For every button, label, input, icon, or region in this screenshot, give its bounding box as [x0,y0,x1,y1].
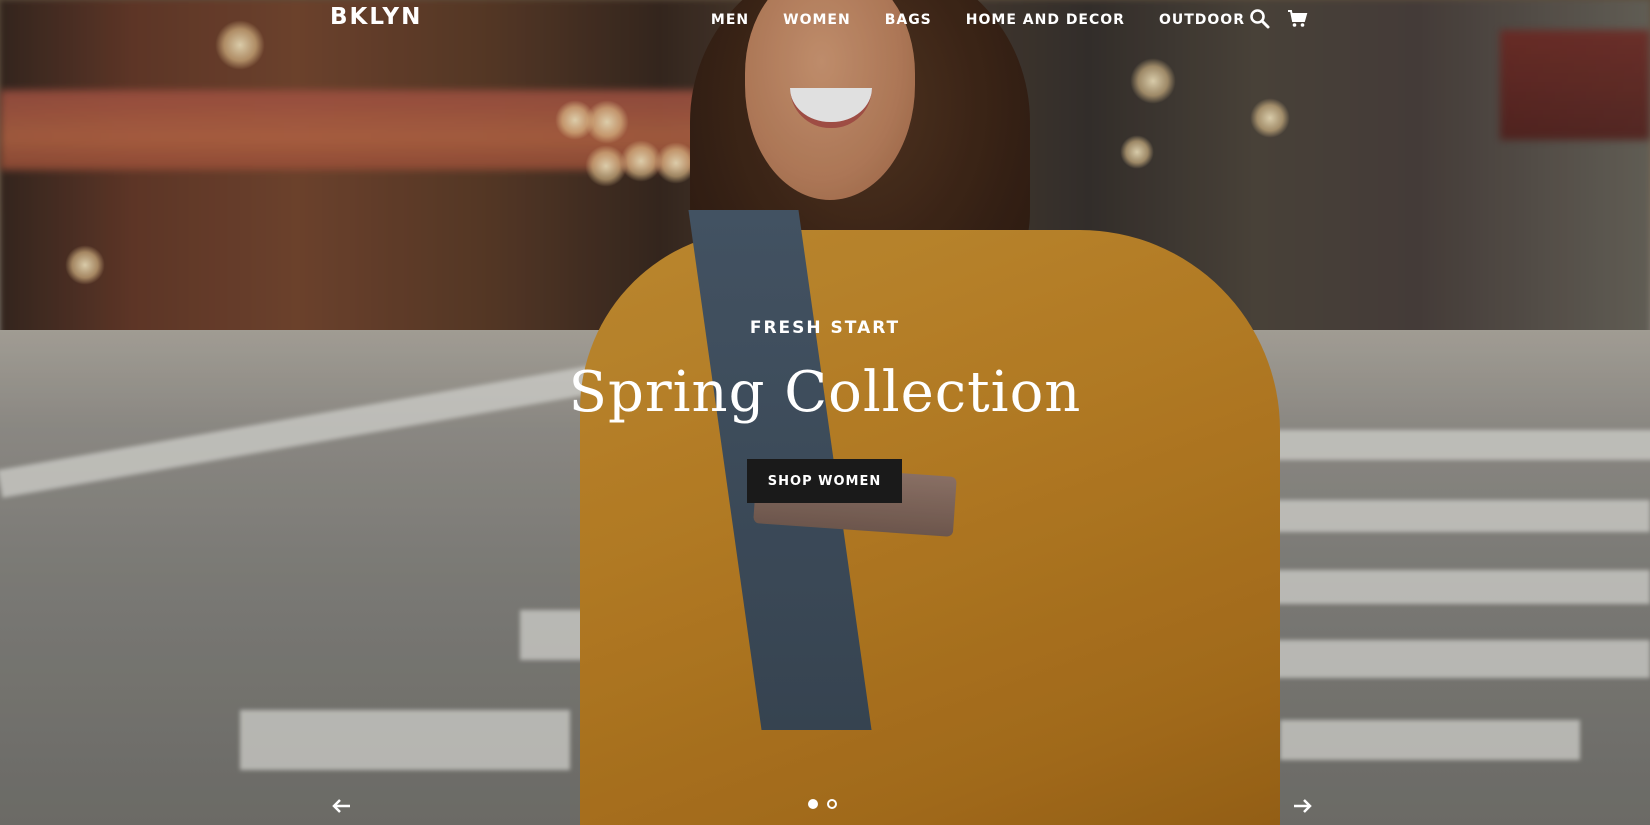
site-logo[interactable]: BKLYN [330,4,422,30]
nav-item-outdoor[interactable]: OUTDOOR [1159,12,1245,28]
slide-dot[interactable] [827,799,837,809]
nav-item-home-and-decor[interactable]: HOME AND DECOR [966,12,1125,28]
site-header: BKLYN MEN WOMEN BAGS HOME AND DECOR OUTD… [0,0,1650,42]
hero-title: Spring Collection [568,360,1082,425]
arrow-right-icon[interactable] [1290,797,1314,815]
main-nav: MEN WOMEN BAGS HOME AND DECOR OUTDOOR [677,12,1245,28]
slide-dot[interactable] [808,799,818,809]
cart-icon[interactable] [1287,8,1309,30]
slide-dots [808,799,837,809]
nav-item-women[interactable]: WOMEN [783,12,851,28]
nav-item-bags[interactable]: BAGS [885,12,932,28]
hero-eyebrow: FRESH START [749,318,901,338]
shop-women-button[interactable]: SHOP WOMEN [747,459,902,503]
nav-item-men[interactable]: MEN [711,12,749,28]
search-icon[interactable] [1249,8,1271,30]
arrow-left-icon[interactable] [330,797,354,815]
